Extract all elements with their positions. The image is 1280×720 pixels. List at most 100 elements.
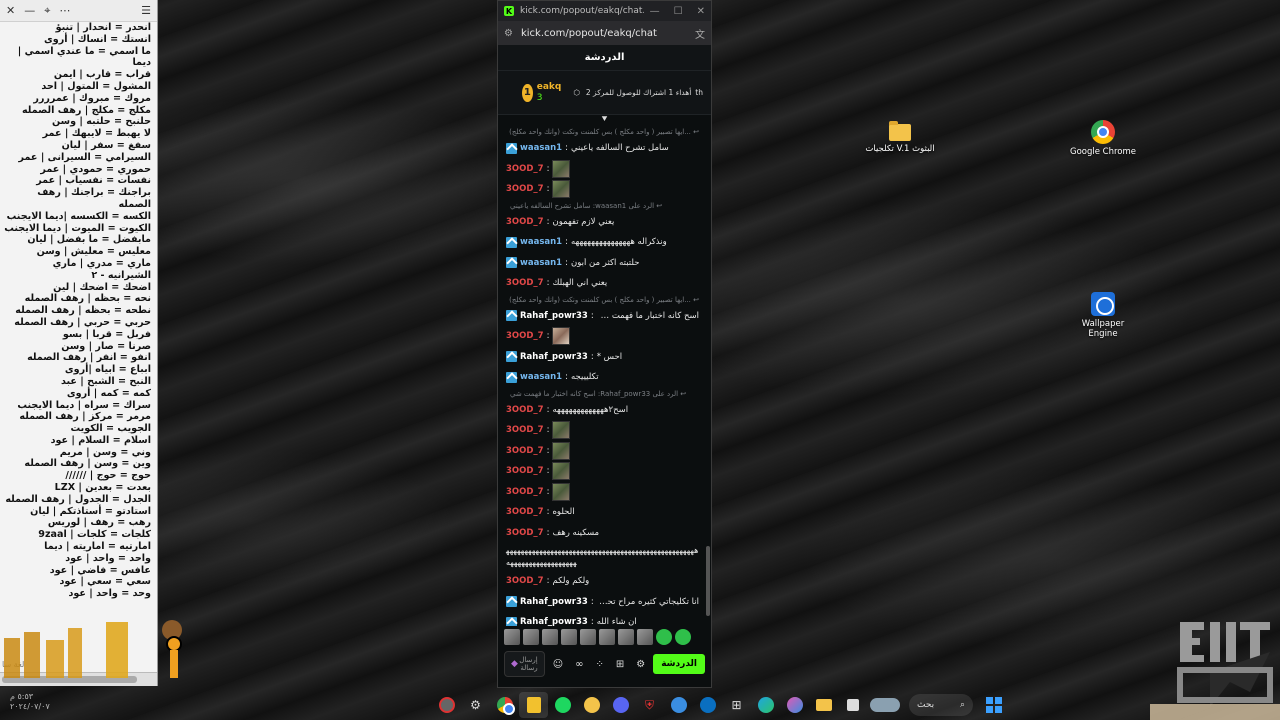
chat-message[interactable]: 3OOD_7:: [506, 461, 699, 482]
start-button[interactable]: [979, 692, 1008, 718]
chat-username[interactable]: 3OOD_7: [506, 576, 544, 586]
chat-message[interactable]: waasan1: تكليييجه: [506, 367, 699, 388]
emote-icon[interactable]: [580, 629, 596, 645]
taskbar-widgets-icon[interactable]: [867, 692, 903, 718]
taskbar-file-explorer-icon[interactable]: [809, 692, 838, 718]
chat-message[interactable]: 3OOD_7: ولكم ولكم: [506, 571, 699, 592]
chat-message[interactable]: 3OOD_7: يعني لازم تفهمون: [506, 212, 699, 233]
address-bar[interactable]: ⚙ kick.com/popout/eakq/chat 文: [498, 21, 711, 45]
emote-icon[interactable]: [542, 629, 558, 645]
gifter-name[interactable]: eakq: [537, 82, 562, 93]
url-text[interactable]: kick.com/popout/eakq/chat: [521, 28, 687, 39]
chat-message-list[interactable]: ...ايها تصبير ( واحد مكلج ) بس كلمنت ونك…: [498, 126, 705, 626]
chat-message[interactable]: Rahaf_powr33: انا تكليجاتي كثيره مراح تحس…: [506, 592, 699, 613]
desktop-icon-folder[interactable]: تكلجيات V.1 البثوث: [865, 121, 935, 154]
chat-username[interactable]: 3OOD_7: [506, 278, 544, 288]
chat-message[interactable]: Rahaf_powr33: احس *: [506, 347, 699, 368]
chat-input-bar[interactable]: ◆ إرسال رسالة ☺ ∞ ⁘ ⊞ ⚙ الدردشة: [504, 651, 705, 677]
chat-message[interactable]: 3OOD_7:: [506, 482, 699, 503]
chat-message[interactable]: 3OOD_7:: [506, 441, 699, 462]
pin-icon[interactable]: ⌖: [44, 4, 50, 18]
close-button[interactable]: ✕: [697, 6, 705, 17]
taskbar-discord-icon[interactable]: [606, 692, 635, 718]
taskbar[interactable]: ⚙ ⛨ ⊞ ⌕ بحث: [160, 690, 1280, 720]
desktop-icon-chrome[interactable]: Google Chrome: [1068, 120, 1138, 157]
taskbar-edge-icon[interactable]: [751, 692, 780, 718]
taskbar-notes-icon[interactable]: [519, 692, 548, 718]
chat-username[interactable]: Rahaf_powr33: [520, 352, 588, 362]
chat-username[interactable]: 3OOD_7: [506, 164, 544, 174]
taskbar-app-icon[interactable]: [577, 692, 606, 718]
chat-message[interactable]: 3OOD_7: مسكينه رهف: [506, 523, 699, 544]
chat-popout-window[interactable]: K kick.com/popout/eakq/chat... — ☐ ✕ ⚙ k…: [497, 0, 712, 688]
chat-message[interactable]: 3OOD_7:: [506, 326, 699, 347]
chat-username[interactable]: 3OOD_7: [506, 528, 544, 538]
minimize-icon[interactable]: —: [24, 4, 35, 18]
chat-send-button[interactable]: الدردشة: [653, 654, 705, 674]
chat-message[interactable]: waasan1: حلتبته اكثر من أبون: [506, 253, 699, 274]
chat-username[interactable]: 3OOD_7: [506, 487, 544, 497]
quick-emote-row[interactable]: [504, 629, 691, 645]
emote-icon[interactable]: [618, 629, 634, 645]
minimize-button[interactable]: —: [650, 6, 660, 17]
chat-username[interactable]: Rahaf_powr33: [520, 597, 588, 607]
menu-icon[interactable]: ☰: [141, 4, 151, 17]
taskbar-chrome-icon[interactable]: [490, 692, 519, 718]
taskbar-app-icon[interactable]: [664, 692, 693, 718]
taskbar-shield-icon[interactable]: ⛨: [635, 692, 664, 718]
chat-message[interactable]: Rahaf_powr33: ان شاء الله: [506, 612, 699, 626]
chat-username[interactable]: waasan1: [520, 237, 562, 247]
chat-username[interactable]: waasan1: [520, 372, 562, 382]
pinned-gift-leaderboard[interactable]: 1 eakq 3 ⬡ أهداء 1 اشتراك للوصول للمركز …: [498, 71, 711, 115]
chat-window-titlebar[interactable]: K kick.com/popout/eakq/chat... — ☐ ✕: [498, 1, 711, 21]
emoji-icon[interactable]: ☺: [553, 659, 563, 670]
close-icon[interactable]: ✕: [6, 4, 15, 18]
chat-username[interactable]: Rahaf_powr33: [520, 311, 588, 321]
chat-message[interactable]: 3OOD_7:: [506, 179, 699, 200]
chat-message[interactable]: waasan1: ونذكراله هههههههههههههههه: [506, 232, 699, 253]
pin-icon[interactable]: ⁘: [595, 659, 603, 670]
emote-icon[interactable]: [599, 629, 615, 645]
desktop-icon-wallpaper-engine[interactable]: Wallpaper Engine: [1068, 292, 1138, 339]
taskbar-search[interactable]: ⌕ بحث: [909, 694, 973, 716]
chat-username[interactable]: Rahaf_powr33: [520, 617, 588, 626]
chat-username[interactable]: 3OOD_7: [506, 217, 544, 227]
more-icon[interactable]: ⋯: [59, 4, 70, 18]
chat-username[interactable]: 3OOD_7: [506, 184, 544, 194]
chat-message[interactable]: 3OOD_7: يعني اني الهبلك: [506, 273, 699, 294]
taskbar-copilot-icon[interactable]: [780, 692, 809, 718]
taskbar-hp-icon[interactable]: [693, 692, 722, 718]
chat-username[interactable]: 3OOD_7: [506, 466, 544, 476]
chat-message-input[interactable]: ◆ إرسال رسالة: [504, 651, 545, 677]
chat-username[interactable]: 3OOD_7: [506, 425, 544, 435]
emote-icon[interactable]: [504, 629, 520, 645]
taskbar-app-icon[interactable]: [838, 692, 867, 718]
taskbar-settings-icon[interactable]: ⚙: [461, 692, 490, 718]
chat-scrollbar[interactable]: [706, 126, 710, 626]
gift-box-icon[interactable]: ⊞: [616, 659, 624, 670]
chat-message[interactable]: waasan1: سامل تشرح السالفه ياعيني: [506, 138, 699, 159]
chat-username[interactable]: waasan1: [520, 258, 562, 268]
emote-icon[interactable]: [656, 629, 672, 645]
chat-username[interactable]: 3OOD_7: [506, 405, 544, 415]
chat-username[interactable]: waasan1: [520, 143, 562, 153]
chat-message[interactable]: Rahaf_powr33: اسح كانه اختبار ما فهمت شي: [506, 306, 699, 327]
taskbar-store-icon[interactable]: ⊞: [722, 692, 751, 718]
notepad-window[interactable]: ✕ — ⌖ ⋯ ☰ انحدر = انحدار | تنبؤ انستك = ا…: [0, 0, 158, 686]
site-settings-icon[interactable]: ⚙: [504, 28, 513, 39]
taskbar-app-icon[interactable]: [432, 692, 461, 718]
chat-message[interactable]: 3OOD_7:: [506, 420, 699, 441]
taskbar-spotify-icon[interactable]: [548, 692, 577, 718]
collapse-pinned-icon[interactable]: ⯆: [498, 115, 711, 125]
emote-icon[interactable]: [523, 629, 539, 645]
chat-username[interactable]: 3OOD_7: [506, 507, 544, 517]
settings-icon[interactable]: ⚙: [636, 659, 645, 670]
chat-username[interactable]: 3OOD_7: [506, 331, 544, 341]
notepad-text-area[interactable]: انحدر = انحدار | تنبؤ انستك = انساك | أرو…: [0, 22, 157, 670]
translate-icon[interactable]: 文: [695, 26, 705, 41]
chat-message[interactable]: 3OOD_7:: [506, 159, 699, 180]
emote-icon[interactable]: [675, 629, 691, 645]
maximize-button[interactable]: ☐: [674, 6, 683, 17]
chat-message[interactable]: 3OOD_7: اسح٢هههههههههههههه: [506, 400, 699, 421]
chat-message[interactable]: 3OOD_7: الحلوه: [506, 502, 699, 523]
